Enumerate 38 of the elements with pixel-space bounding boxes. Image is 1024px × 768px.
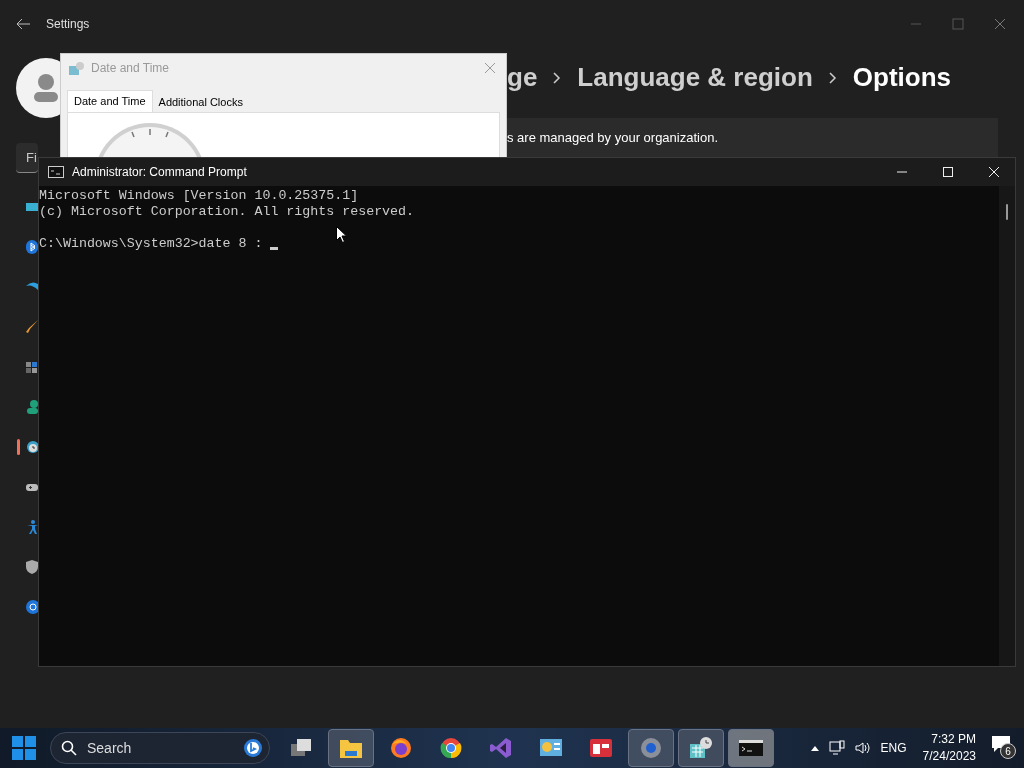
search-icon <box>61 740 77 756</box>
chevron-icon <box>828 71 837 84</box>
chevron-icon <box>553 71 562 84</box>
breadcrumb-item: Options <box>852 61 952 94</box>
mouse-pointer-icon <box>336 226 347 243</box>
dialog-title: Date and Time <box>91 60 170 77</box>
calendar-clock-icon <box>69 61 85 75</box>
tab[interactable]: Additional Clocks <box>152 93 249 112</box>
notice-text: s are managed by your organization. <box>506 129 718 148</box>
caret-up-icon[interactable] <box>810 745 819 751</box>
calendar-clock-icon <box>689 736 713 760</box>
scrollbar[interactable] <box>999 186 1015 666</box>
news-icon <box>589 736 613 760</box>
terminal-icon <box>48 166 64 178</box>
visual-studio-icon <box>489 736 513 760</box>
taskbar-app[interactable] <box>678 729 724 767</box>
chrome-icon <box>439 736 463 760</box>
text-cursor <box>270 247 279 250</box>
network-icon[interactable] <box>828 740 845 756</box>
back-arrow-icon[interactable] <box>16 18 30 30</box>
taskbar-app[interactable] <box>728 729 774 767</box>
breadcrumb-item[interactable]: ge <box>507 58 538 97</box>
console-line: Microsoft Windows [Version 10.0.25375.1] <box>39 188 359 204</box>
clock[interactable]: 7:32 PM 7/24/2023 <box>916 731 982 765</box>
search-field[interactable]: Fi <box>16 143 38 173</box>
breadcrumb-item[interactable]: Language & region <box>577 58 813 97</box>
notification-badge: 6 <box>1000 743 1016 759</box>
bing-icon[interactable] <box>243 738 263 758</box>
tab[interactable]: Date and Time <box>67 90 153 112</box>
search-field[interactable]: Search <box>50 732 270 764</box>
speaker-icon[interactable] <box>854 741 871 755</box>
window-title: Settings <box>46 16 90 33</box>
language-indicator[interactable]: ENG <box>880 739 907 757</box>
person-icon <box>31 73 61 103</box>
console-line: (c) Microsoft Corporation. All rights reserved. <box>39 204 415 220</box>
window-title: Administrator: Command Prompt <box>72 164 247 181</box>
windows-logo-icon[interactable] <box>12 736 36 760</box>
console-prompt: C:\Windows\System32>date 8 : <box>39 236 264 252</box>
